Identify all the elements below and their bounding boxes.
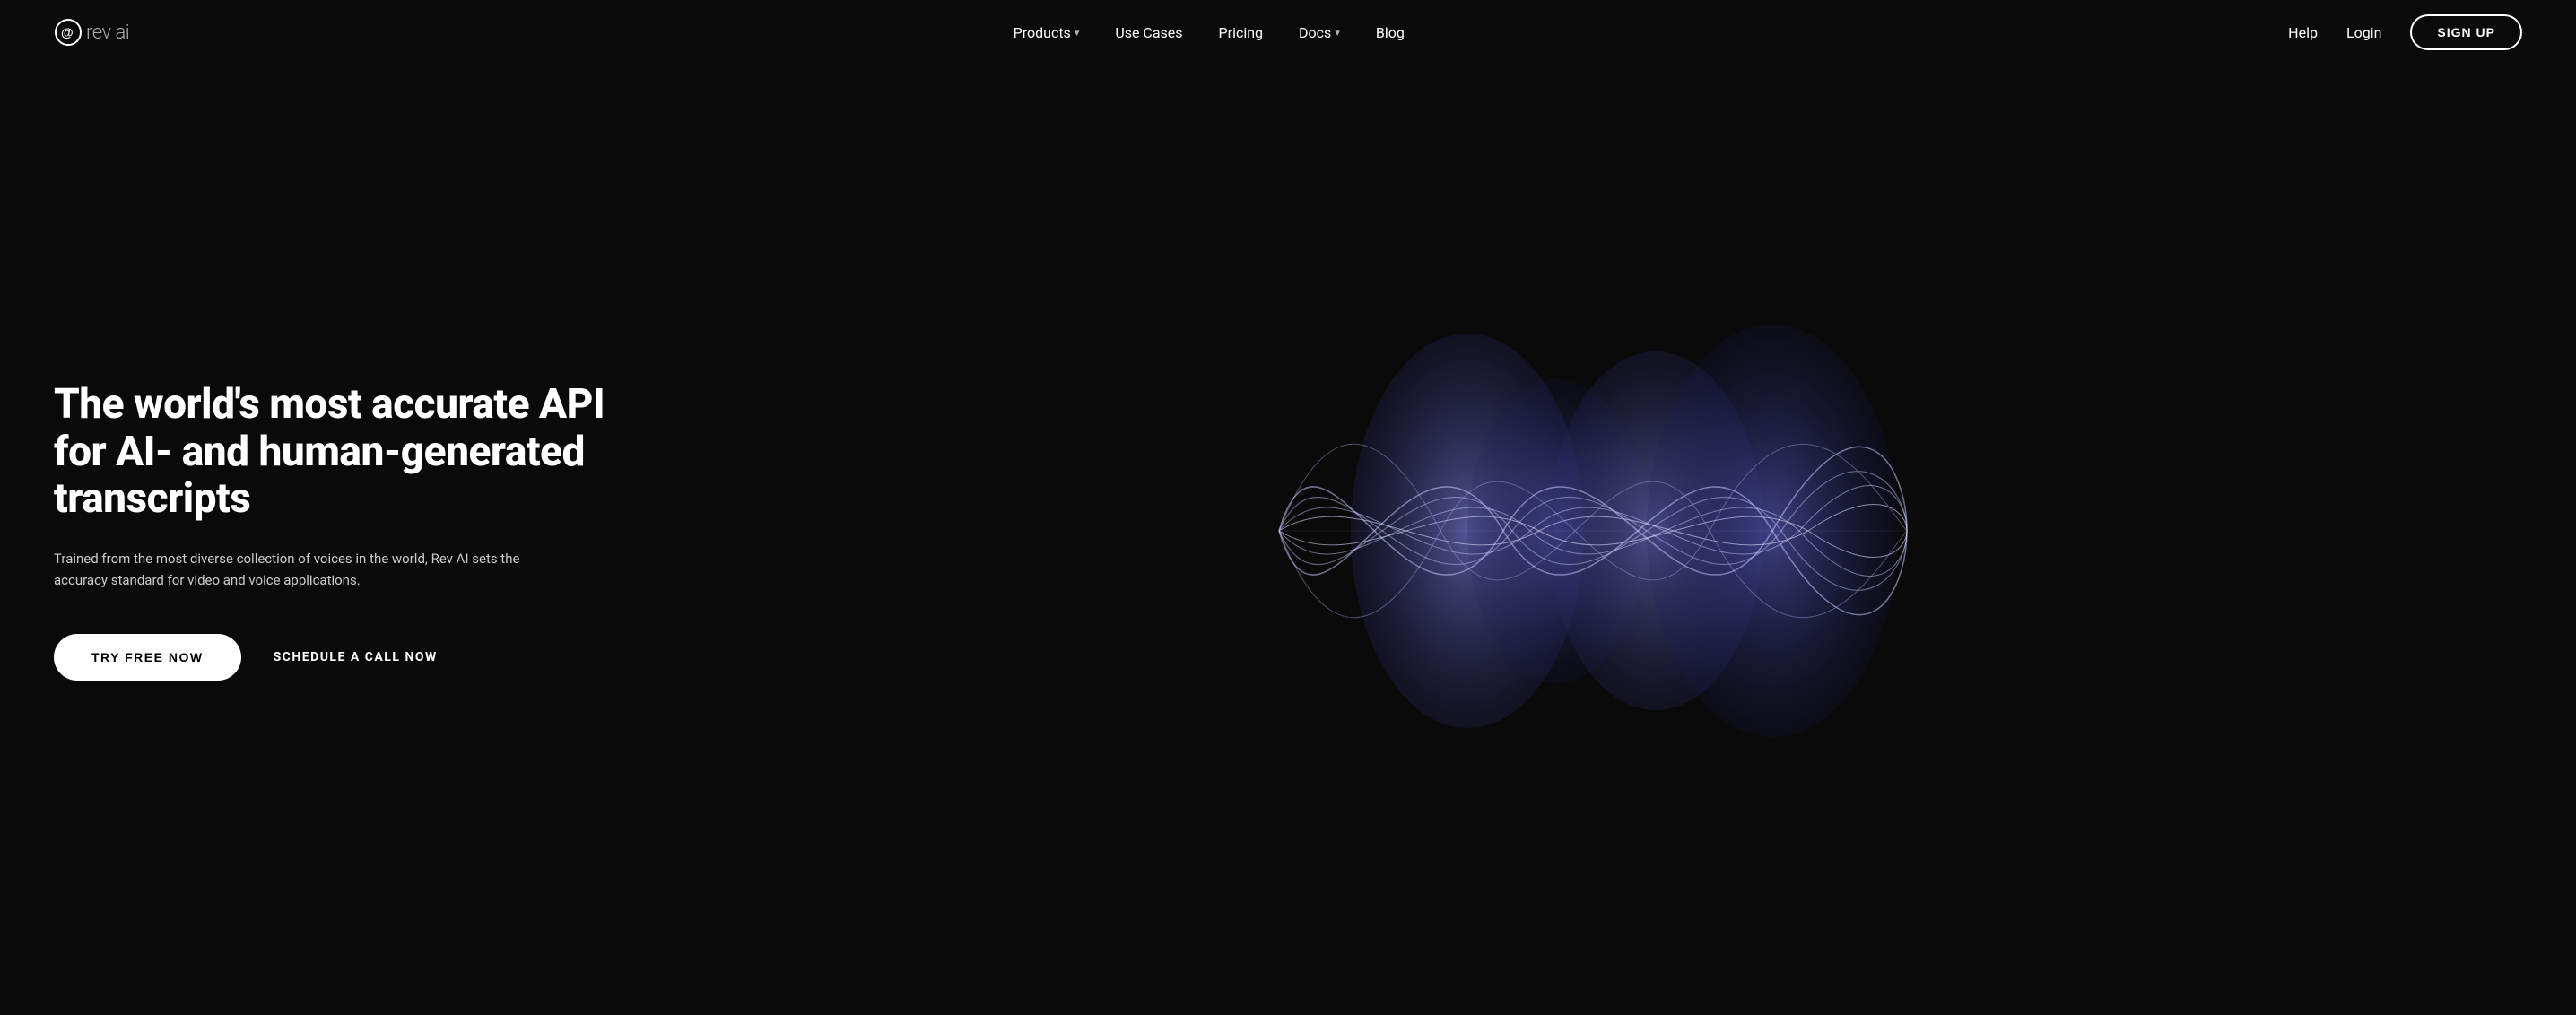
chevron-down-icon: ▾	[1075, 27, 1080, 39]
chevron-down-icon: ▾	[1335, 27, 1340, 39]
hero-title: The world's most accurate API for AI- an…	[54, 381, 610, 524]
nav-link-login[interactable]: Login	[2346, 24, 2381, 41]
nav-center-links: Products ▾ Use Cases Pricing Docs ▾ Blog	[1014, 24, 1405, 41]
nav-link-pricing[interactable]: Pricing	[1219, 24, 1264, 41]
logo-text: rev ai	[86, 22, 129, 44]
logo-icon: @	[54, 18, 83, 47]
wave-visualization	[637, 307, 2549, 755]
nav-link-blog[interactable]: Blog	[1376, 24, 1405, 41]
hero-visual	[610, 307, 2522, 755]
svg-text:@: @	[61, 25, 74, 39]
schedule-call-button[interactable]: SCHEDULE A CALL NOW	[274, 650, 438, 664]
signup-button[interactable]: SIGN UP	[2410, 14, 2522, 50]
nav-link-use-cases[interactable]: Use Cases	[1115, 24, 1182, 41]
hero-description: Trained from the most diverse collection…	[54, 548, 520, 591]
nav-right-links: Help Login SIGN UP	[2288, 14, 2522, 50]
nav-link-products[interactable]: Products ▾	[1014, 24, 1080, 41]
try-free-button[interactable]: TRY FREE NOW	[54, 634, 241, 681]
hero-section: The world's most accurate API for AI- an…	[0, 65, 2576, 1015]
nav-link-help[interactable]: Help	[2288, 24, 2318, 41]
nav-link-docs[interactable]: Docs ▾	[1299, 24, 1340, 41]
navbar: @ rev ai Products ▾ Use Cases Pricing Do…	[0, 0, 2576, 65]
hero-content: The world's most accurate API for AI- an…	[54, 381, 610, 681]
logo[interactable]: @ rev ai	[54, 18, 129, 47]
hero-buttons: TRY FREE NOW SCHEDULE A CALL NOW	[54, 634, 610, 681]
